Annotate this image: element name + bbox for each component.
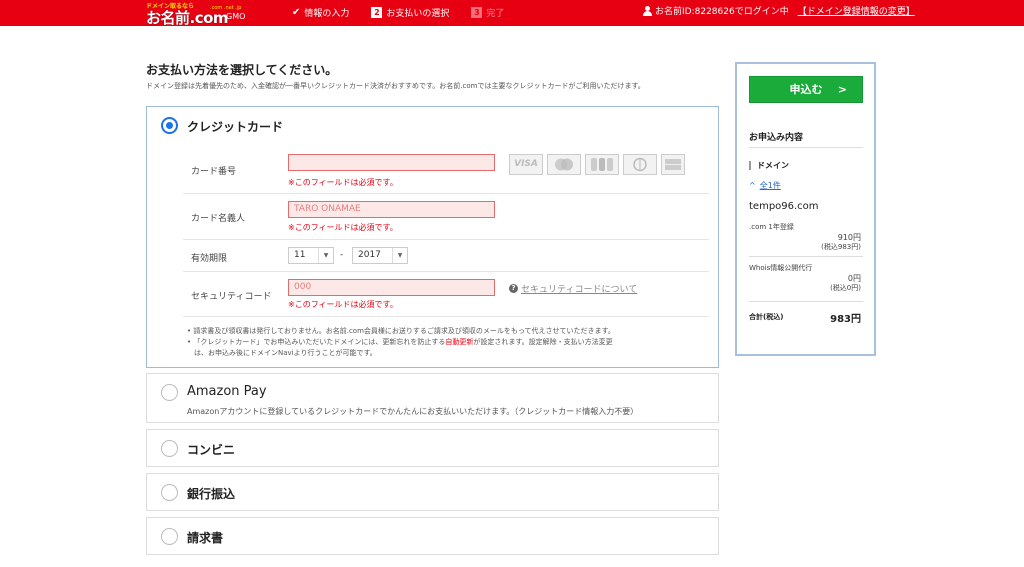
chevron-down-icon: ▼: [318, 248, 333, 263]
line-item-tax-incl: (税込983円): [821, 243, 861, 251]
user-icon: [643, 5, 652, 16]
onamae-logo[interactable]: ドメイン取るなら お名前.com .com .net .jp GMO: [146, 1, 252, 27]
convenience-store-radio[interactable]: [161, 440, 178, 457]
invoice-panel[interactable]: 請求書: [146, 517, 719, 555]
card-number-label: カード番号: [191, 167, 237, 177]
security-code-input[interactable]: 000: [288, 279, 495, 296]
summary-category: ドメイン: [749, 160, 789, 171]
line-item-name: Whois情報公開代行: [749, 264, 813, 272]
divider: [749, 256, 863, 257]
credit-card-radio[interactable]: [161, 117, 178, 134]
chevron-down-icon: ▼: [392, 248, 407, 263]
amazon-pay-description: Amazonアカウントに登録しているクレジットカードでかんたんにお支払いいただけ…: [187, 407, 639, 416]
step-3-number: 3: [471, 6, 483, 18]
card-holder-label: カード名義人: [191, 214, 246, 224]
expiry-month-value: 11: [294, 250, 306, 260]
check-icon: ✔: [292, 6, 301, 18]
note-line-2-pre: • 「クレジットカード」でお申込みいただいたドメインには、更新忘れを防止する: [187, 338, 446, 346]
step-3-label: 完了: [486, 8, 505, 19]
convenience-store-panel[interactable]: コンビニ: [146, 429, 719, 467]
convenience-store-label: コンビニ: [187, 443, 236, 457]
expiry-row: 有効期限 11 ▼ - 2017 ▼: [183, 240, 709, 272]
summary-title: お申込み内容: [749, 133, 804, 143]
total-amount: 983円: [830, 314, 861, 325]
chevron-up-icon: ^: [749, 181, 756, 190]
auto-renew-link[interactable]: 自動更新: [445, 338, 473, 346]
domain-info-link[interactable]: 【ドメイン登録情報の変更】: [798, 4, 915, 17]
mastercard-logo: [547, 154, 581, 175]
step-2-number: 2: [371, 6, 383, 18]
order-summary-sidebar: 申込む > お申込み内容 ドメイン ^ 全1件 tempo96.com .com …: [735, 62, 876, 356]
security-code-help-link[interactable]: セキュリティコードについて: [521, 282, 637, 295]
progress-steps: ✔ 情報の入力 2 お支払いの選択 3 完了: [292, 4, 526, 20]
line-item-tax-incl: (税込0円): [830, 284, 861, 292]
chevron-right-icon: >: [837, 83, 847, 96]
visa-logo: VISA: [509, 154, 543, 175]
diners-logo: [623, 154, 657, 175]
credit-card-panel: クレジットカード カード番号 ※このフィールドは必須です。 VISA カード名義…: [146, 106, 719, 368]
security-code-row: セキュリティコード 000 ※このフィールドは必須です。 ? セキュリティコード…: [183, 272, 709, 317]
collapse-toggle[interactable]: ^ 全1件: [749, 180, 781, 191]
step-1: ✔ 情報の入力: [292, 6, 349, 19]
logo-subtext: .com .net .jp: [210, 5, 242, 11]
security-code-help[interactable]: ? セキュリティコードについて: [509, 282, 637, 295]
divider: [749, 301, 863, 302]
card-number-row: カード番号 ※このフィールドは必須です。 VISA: [183, 147, 709, 194]
step-2: 2 お支払いの選択: [371, 6, 449, 19]
security-code-error: ※このフィールドは必須です。: [288, 300, 398, 309]
credit-card-notes: • 請求書及び領収書は発行しておりません。お名前.com会員様にお送りするご請求…: [187, 326, 687, 359]
top-header-bar: ドメイン取るなら お名前.com .com .net .jp GMO ✔ 情報の…: [0, 0, 1024, 27]
note-line-3: は、お申込み後にドメインNaviより行うことが可能です。: [194, 349, 377, 357]
card-holder-error: ※このフィールドは必須です。: [288, 223, 398, 232]
login-status: お名前ID:8228626でログイン中: [655, 7, 789, 17]
invoice-label: 請求書: [187, 531, 224, 545]
user-info: お名前ID:8228626でログイン中 【ドメイン登録情報の変更】: [643, 4, 915, 17]
step-1-label: 情報の入力: [304, 8, 350, 19]
jcb-logo: [585, 154, 619, 175]
note-line-2: • 「クレジットカード」でお申込みいただいたドメインには、更新忘れを防止する自動…: [187, 337, 687, 348]
expiry-year-select[interactable]: 2017 ▼: [352, 247, 408, 264]
divider: [749, 147, 863, 148]
amazon-pay-radio[interactable]: [161, 384, 178, 401]
card-number-input[interactable]: [288, 154, 495, 171]
gmo-text: GMO: [226, 12, 246, 21]
expiry-year-value: 2017: [358, 250, 381, 260]
expiry-separator: -: [340, 250, 344, 260]
line-item-name: .com 1年登録: [749, 223, 794, 231]
amex-logo: [661, 154, 685, 175]
bank-transfer-panel[interactable]: 銀行振込: [146, 473, 719, 511]
expiry-month-select[interactable]: 11 ▼: [288, 247, 334, 264]
apply-button[interactable]: 申込む >: [749, 76, 863, 103]
step-2-label: お支払いの選択: [386, 8, 450, 19]
domain-name: tempo96.com: [749, 201, 819, 212]
expiry-label: 有効期限: [191, 254, 228, 264]
credit-card-label: クレジットカード: [187, 120, 284, 134]
amazon-pay-panel[interactable]: Amazon Pay Amazonアカウントに登録しているクレジットカードでかん…: [146, 373, 719, 423]
step-3: 3 完了: [471, 6, 504, 19]
bank-transfer-label: 銀行振込: [187, 487, 236, 501]
amazon-pay-label: Amazon Pay: [187, 384, 267, 399]
bank-transfer-radio[interactable]: [161, 484, 178, 501]
note-line-1: • 請求書及び領収書は発行しておりません。お名前.com会員様にお送りするご請求…: [187, 327, 615, 335]
item-count-link[interactable]: 全1件: [760, 181, 781, 190]
card-number-error: ※このフィールドは必須です。: [288, 178, 398, 187]
security-code-label: セキュリティコード: [191, 292, 272, 302]
card-brands: VISA: [509, 154, 689, 175]
question-icon: ?: [509, 284, 518, 293]
domain-info-link-label: ドメイン登録情報の変更: [806, 7, 906, 17]
card-holder-input[interactable]: TARO ONAMAE: [288, 201, 495, 218]
total-label: 合計(税込): [749, 313, 784, 321]
invoice-radio[interactable]: [161, 528, 178, 545]
note-line-2-post: が設定されます。設定解除・支払い方法変更: [473, 338, 613, 346]
page-title: お支払い方法を選択してください。: [146, 63, 338, 77]
apply-button-label: 申込む: [789, 83, 823, 96]
card-holder-row: カード名義人 TARO ONAMAE ※このフィールドは必須です。: [183, 194, 709, 240]
page-description: ドメイン登録は先着優先のため、入金確認が一番早いクレジットカード決済がおすすめで…: [146, 82, 645, 90]
